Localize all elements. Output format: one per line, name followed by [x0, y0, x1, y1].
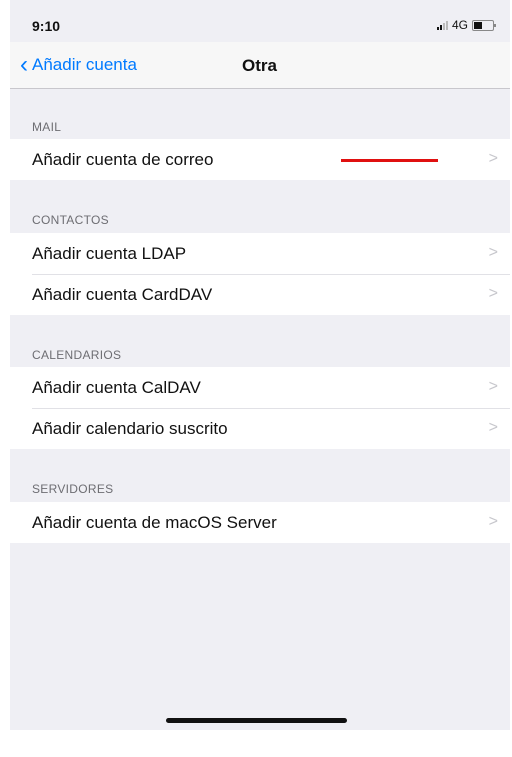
- navigation-bar: ‹ Añadir cuenta Otra: [10, 42, 510, 89]
- chevron-right-icon: >: [488, 244, 498, 261]
- row-label: Añadir calendario suscrito: [32, 418, 228, 438]
- add-subscribed-calendar-row[interactable]: Añadir calendario suscrito >: [10, 408, 510, 449]
- status-time: 9:10: [32, 18, 61, 34]
- chevron-left-icon: ‹: [20, 51, 28, 78]
- settings-screen: 9:10 4G ‹ Añadir cuenta Otra MAIL Añadir…: [10, 0, 510, 730]
- group-mail: Añadir cuenta de correo >: [10, 139, 510, 180]
- chevron-right-icon: >: [488, 285, 498, 302]
- add-caldav-account-row[interactable]: Añadir cuenta CalDAV >: [10, 367, 510, 408]
- row-label: Añadir cuenta CardDAV: [32, 284, 213, 304]
- group-contacts: Añadir cuenta LDAP > Añadir cuenta CardD…: [10, 233, 510, 315]
- row-label: Añadir cuenta LDAP: [32, 243, 187, 263]
- chevron-right-icon: >: [488, 378, 498, 395]
- row-label: Añadir cuenta de macOS Server: [32, 512, 277, 532]
- page-title: Otra: [242, 56, 277, 75]
- section-header-contacts: CONTACTOS: [32, 213, 109, 227]
- status-bar: 9:10 4G: [10, 0, 510, 42]
- section-header-mail: MAIL: [32, 120, 62, 134]
- chevron-right-icon: >: [488, 150, 498, 167]
- add-mail-account-row[interactable]: Añadir cuenta de correo >: [10, 139, 510, 180]
- annotation-underline: [341, 159, 438, 162]
- section-header-calendars: CALENDARIOS: [32, 348, 122, 362]
- back-label: Añadir cuenta: [32, 55, 137, 74]
- add-carddav-account-row[interactable]: Añadir cuenta CardDAV >: [10, 274, 510, 315]
- battery-icon: [472, 19, 496, 31]
- home-indicator[interactable]: [166, 718, 347, 723]
- chevron-right-icon: >: [488, 419, 498, 436]
- add-macos-server-account-row[interactable]: Añadir cuenta de macOS Server >: [10, 502, 510, 543]
- row-label: Añadir cuenta CalDAV: [32, 377, 201, 397]
- row-label: Añadir cuenta de correo: [32, 149, 214, 169]
- add-ldap-account-row[interactable]: Añadir cuenta LDAP >: [10, 233, 510, 274]
- signal-icon: [436, 20, 448, 30]
- back-button[interactable]: ‹ Añadir cuenta: [20, 51, 137, 78]
- group-servers: Añadir cuenta de macOS Server >: [10, 502, 510, 543]
- section-header-servers: SERVIDORES: [32, 482, 114, 496]
- network-type: 4G: [451, 18, 468, 32]
- group-calendars: Añadir cuenta CalDAV > Añadir calendario…: [10, 367, 510, 449]
- status-indicators: 4G: [436, 18, 496, 32]
- chevron-right-icon: >: [488, 513, 498, 530]
